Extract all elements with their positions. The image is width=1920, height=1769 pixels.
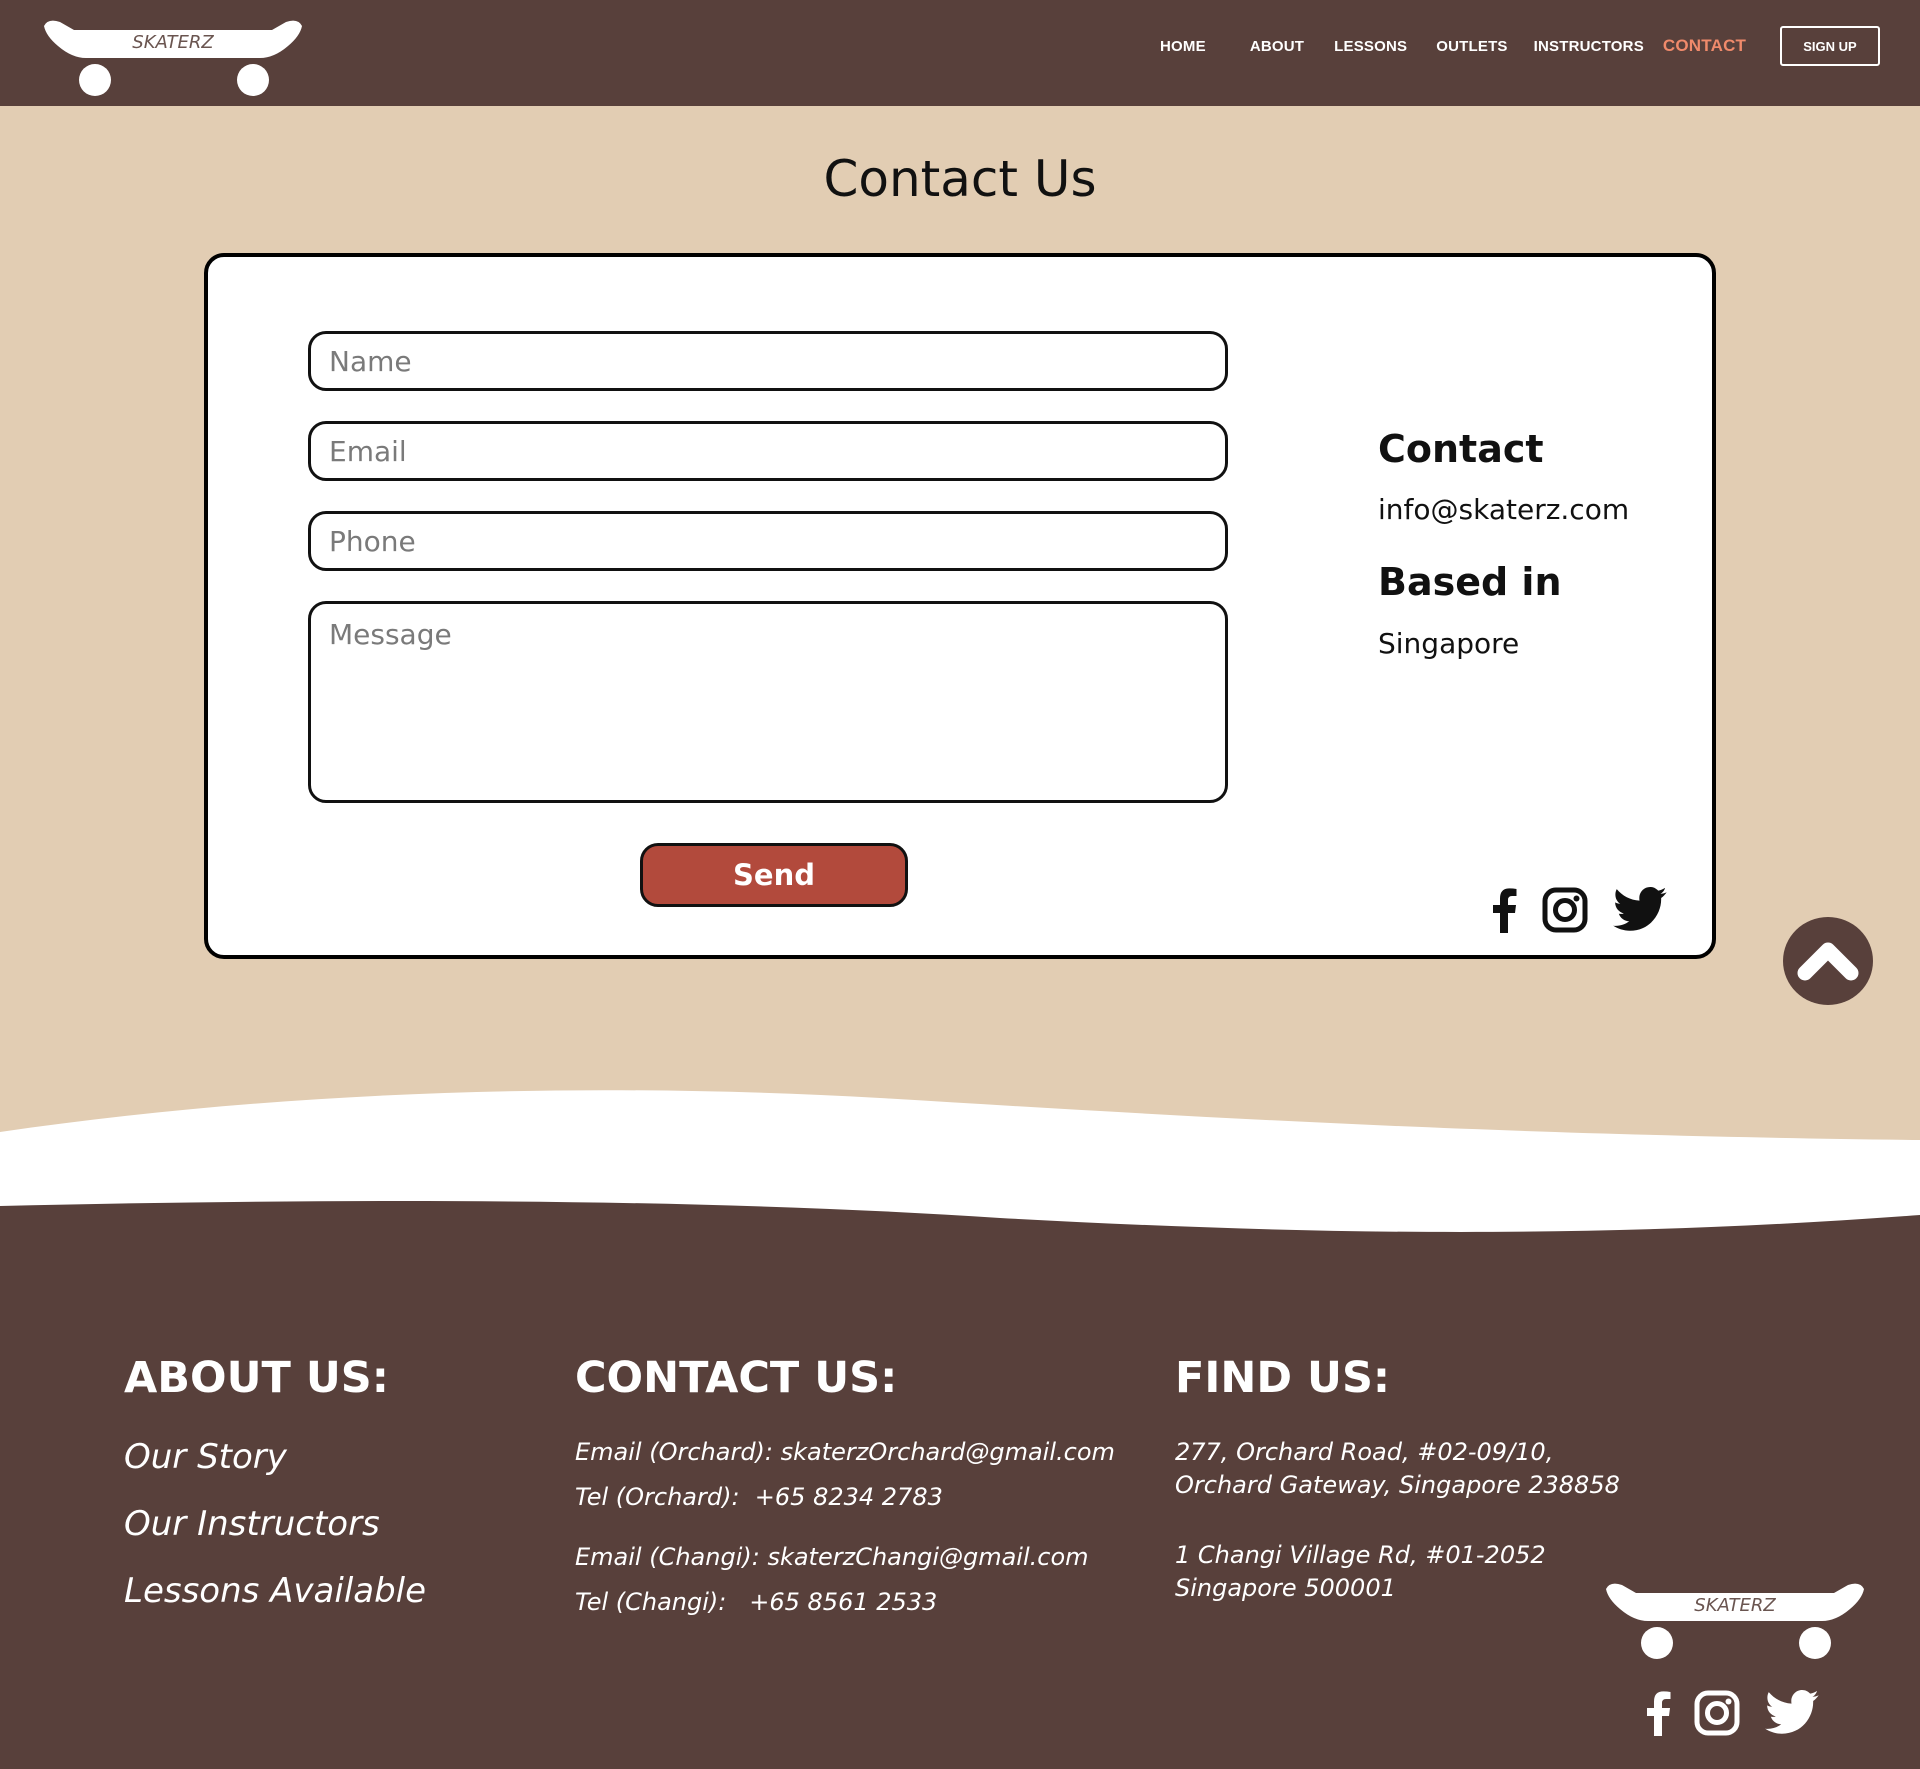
page-title: Contact Us: [823, 150, 1097, 208]
name-input[interactable]: [308, 331, 1228, 391]
footer-link-our-story[interactable]: Our Story: [124, 1437, 287, 1477]
nav-lessons[interactable]: LESSONS: [1334, 38, 1407, 55]
contact-email: info@skaterz.com: [1378, 493, 1630, 526]
footer-changi-email: Email (Changi): skaterzChangi@gmail.com: [575, 1543, 1089, 1571]
footer-about-heading: ABOUT US:: [124, 1353, 389, 1403]
contact-heading: Contact: [1378, 427, 1544, 471]
footer-orchard-address-2: Orchard Gateway, Singapore 238858: [1175, 1471, 1620, 1499]
back-to-top-button[interactable]: [1783, 917, 1873, 1005]
nav-outlets[interactable]: OUTLETS: [1436, 38, 1507, 55]
footer-orchard-address-1: 277, Orchard Road, #02-09/10,: [1175, 1438, 1554, 1466]
facebook-icon[interactable]: [1490, 887, 1518, 933]
sign-up-button[interactable]: SIGN UP: [1780, 26, 1880, 66]
based-in-value: Singapore: [1378, 627, 1520, 660]
nav-instructors[interactable]: INSTRUCTORS: [1534, 38, 1644, 55]
footer-orchard-tel: Tel (Orchard): +65 8234 2783: [575, 1483, 943, 1511]
footer-changi-address-2: Singapore 500001: [1175, 1574, 1396, 1602]
footer-skateboard-logo[interactable]: SKATERZ: [1600, 1575, 1870, 1661]
footer-changi-address-1: 1 Changi Village Rd, #01-2052: [1175, 1541, 1546, 1569]
footer-orchard-email: Email (Orchard): skaterzOrchard@gmail.co…: [575, 1438, 1115, 1466]
chevron-up-icon: [1797, 942, 1859, 981]
nav-contact[interactable]: CONTACT: [1663, 36, 1746, 56]
footer-link-our-instructors[interactable]: Our Instructors: [124, 1504, 380, 1544]
footer-facebook-icon[interactable]: [1644, 1690, 1672, 1736]
footer-find-heading: FIND US:: [1175, 1353, 1391, 1403]
skateboard-logo[interactable]: SKATERZ: [38, 12, 308, 98]
footer-link-lessons-available[interactable]: Lessons Available: [124, 1571, 426, 1611]
message-input[interactable]: [308, 601, 1228, 803]
instagram-icon[interactable]: [1542, 887, 1588, 933]
wave-divider: [0, 1090, 1920, 1280]
nav-about[interactable]: ABOUT: [1250, 38, 1304, 55]
footer-twitter-icon[interactable]: [1764, 1690, 1820, 1736]
logo-text: SKATERZ: [132, 32, 214, 53]
twitter-icon[interactable]: [1612, 887, 1668, 933]
contact-card: Send Contact info@skaterz.com Based in S…: [204, 253, 1716, 959]
email-input[interactable]: [308, 421, 1228, 481]
site-header: SKATERZ HOME ABOUT LESSONS OUTLETS INSTR…: [0, 0, 1920, 106]
footer-instagram-icon[interactable]: [1694, 1690, 1740, 1736]
main-nav: HOME ABOUT LESSONS OUTLETS INSTRUCTORS C…: [1160, 0, 1746, 92]
send-button[interactable]: Send: [640, 843, 908, 907]
footer-changi-tel: Tel (Changi): +65 8561 2533: [575, 1588, 938, 1616]
nav-home[interactable]: HOME: [1160, 38, 1206, 55]
footer-contact-heading: CONTACT US:: [575, 1353, 898, 1403]
footer-logo-text: SKATERZ: [1694, 1595, 1776, 1616]
based-in-heading: Based in: [1378, 560, 1562, 604]
phone-input[interactable]: [308, 511, 1228, 571]
site-footer: ABOUT US: Our Story Our Instructors Less…: [0, 1275, 1920, 1769]
